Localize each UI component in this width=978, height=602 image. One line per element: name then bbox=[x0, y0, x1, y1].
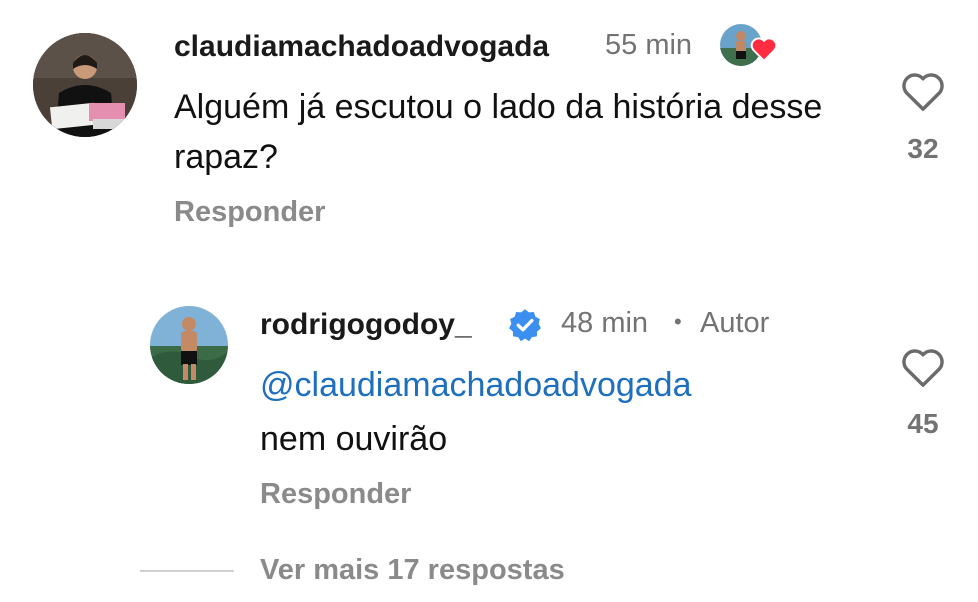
reply-reply-button[interactable]: Responder bbox=[260, 478, 411, 511]
comment-text: Alguém já escutou o lado da história des… bbox=[174, 88, 823, 176]
reply-like-heart-icon[interactable] bbox=[900, 346, 946, 393]
meta-separator: • bbox=[674, 309, 682, 334]
verified-badge-icon bbox=[507, 307, 543, 348]
author-liked-indicator bbox=[720, 24, 782, 68]
commenter-avatar[interactable] bbox=[33, 33, 137, 137]
comment-like-count: 32 bbox=[907, 133, 939, 164]
reply-like-count: 45 bbox=[907, 408, 939, 439]
mention-username: claudiamachadoadvogada bbox=[294, 366, 692, 404]
author-liked-heart-icon bbox=[750, 36, 778, 67]
comment-like-heart-icon[interactable] bbox=[900, 70, 946, 117]
reply-mention-link[interactable]: @claudiamachadoadvogada bbox=[260, 366, 692, 405]
view-more-replies-button[interactable]: Ver mais 17 respostas bbox=[260, 554, 565, 587]
reply-author-avatar[interactable] bbox=[150, 306, 228, 384]
view-more-divider bbox=[140, 570, 234, 572]
reply-username[interactable]: rodrigogodoy_ bbox=[260, 308, 472, 342]
commenter-username[interactable]: claudiamachadoadvogada bbox=[174, 30, 549, 64]
comment-reply-button[interactable]: Responder bbox=[174, 196, 325, 229]
reply-text: nem ouvirão bbox=[260, 420, 448, 458]
comment-timestamp: 55 min bbox=[605, 29, 693, 61]
author-badge: Autor bbox=[700, 307, 770, 339]
mention-at-symbol: @ bbox=[260, 366, 295, 404]
reply-timestamp: 48 min bbox=[561, 307, 649, 339]
